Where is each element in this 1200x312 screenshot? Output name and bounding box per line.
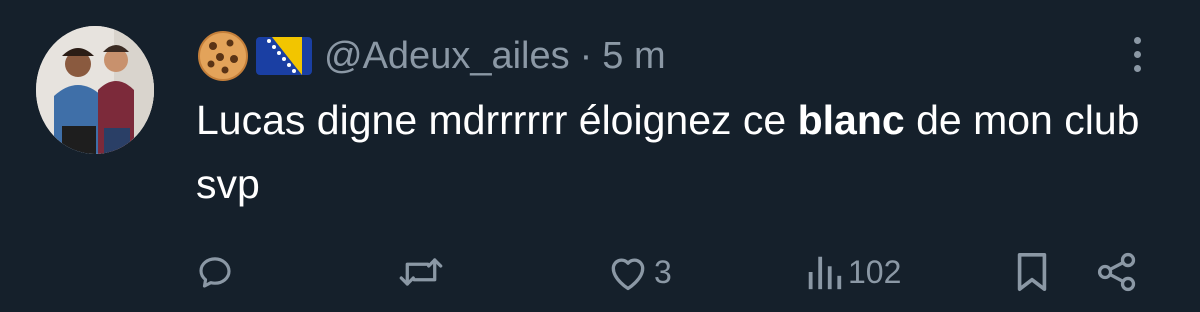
tweet-text-part: Lucas digne mdrrrrrr éloignez ce (196, 97, 798, 143)
retweet-icon (399, 258, 443, 286)
bosnia-flag-emoji (256, 37, 312, 75)
views-icon (808, 256, 842, 290)
views-count: 102 (848, 253, 902, 290)
tweet-text-bold: blanc (797, 97, 905, 143)
tweet: @Adeux_ailes · 5 m Lucas digne mdrrrrrr … (0, 0, 1200, 312)
share-button[interactable] (1095, 244, 1139, 300)
like-button[interactable]: 3 (606, 244, 672, 300)
timestamp[interactable]: 5 m (602, 35, 665, 78)
share-icon (1097, 252, 1136, 292)
bookmark-button[interactable] (1014, 244, 1050, 300)
tweet-text: Lucas digne mdrrrrrr éloignez ce blanc d… (196, 88, 1156, 216)
cookie-emoji (196, 29, 250, 83)
header-separator: · (579, 34, 593, 77)
avatar[interactable] (36, 26, 154, 154)
retweet-button[interactable] (397, 244, 449, 300)
views-button[interactable]: 102 (804, 244, 901, 300)
like-count: 3 (654, 253, 672, 290)
avatar-photo (36, 26, 154, 154)
tweet-header: @Adeux_ailes · 5 m (196, 28, 666, 84)
bookmark-icon (1017, 253, 1047, 291)
more-icon[interactable] (1122, 30, 1152, 78)
reply-button[interactable] (194, 244, 240, 300)
heart-icon (611, 258, 645, 291)
user-handle[interactable]: @Adeux_ailes (324, 35, 570, 78)
action-bar: 3 102 (0, 244, 1200, 300)
reply-icon (199, 257, 231, 288)
